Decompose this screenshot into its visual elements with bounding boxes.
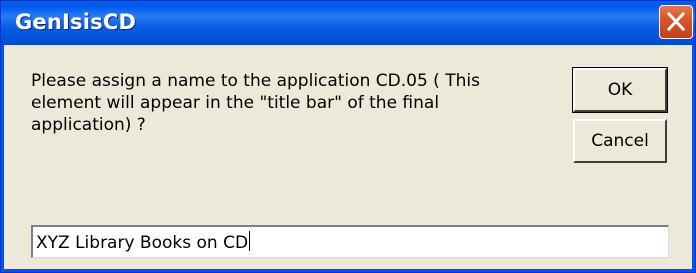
text-caret [249, 231, 251, 251]
title-bar[interactable]: GenIsisCD [1, 1, 695, 45]
application-name-input[interactable]: XYZ Library Books on CD [31, 225, 669, 258]
dialog-window: GenIsisCD Please assign a name to the ap… [0, 0, 696, 273]
input-value: XYZ Library Books on CD [36, 233, 249, 253]
window-frame-bottom [1, 269, 695, 272]
window-title: GenIsisCD [15, 10, 137, 34]
ok-button[interactable]: OK [572, 67, 668, 113]
window-frame-right [692, 45, 695, 272]
prompt-message: Please assign a name to the application … [31, 71, 480, 135]
close-button[interactable] [659, 5, 693, 39]
close-icon [666, 11, 686, 32]
cancel-button[interactable]: Cancel [573, 119, 667, 163]
